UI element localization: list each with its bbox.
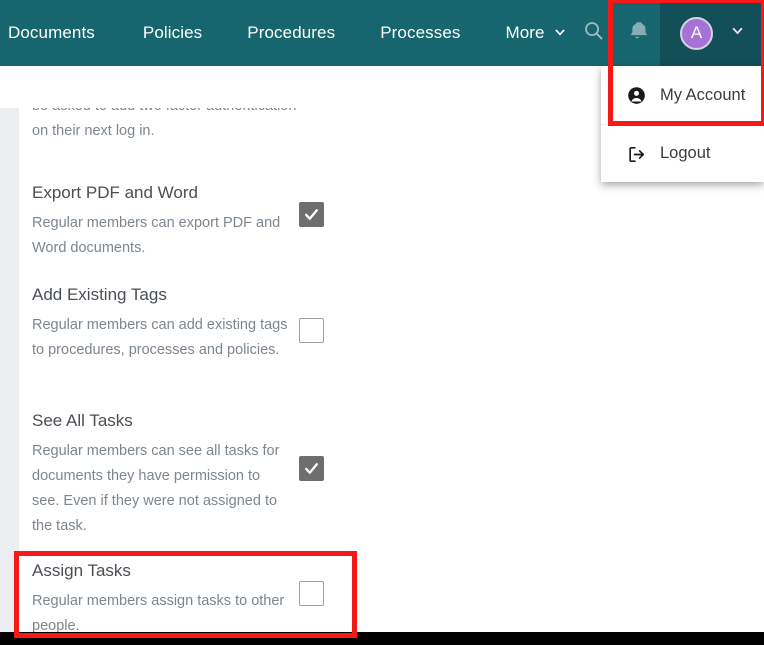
logout-icon <box>627 145 645 163</box>
nav-item-policies-label: Policies <box>142 23 203 42</box>
search-icon <box>582 19 605 47</box>
permissions-settings-panel: be asked to add two factor authenticatio… <box>19 108 764 632</box>
nav-item-procedures-label: Procedures <box>247 23 336 42</box>
permission-description: Regular members can see all tasks for do… <box>32 442 280 534</box>
nav-item-processes-label: Processes <box>380 23 461 42</box>
permission-checkbox-cell <box>291 183 371 227</box>
permission-text-block: See All Tasks Regular members can see al… <box>19 411 291 539</box>
avatar-initial: A <box>690 23 703 42</box>
checkbox-assign-tasks[interactable] <box>299 581 324 606</box>
account-menu-button[interactable]: A <box>660 0 764 66</box>
menu-item-logout-label: Logout <box>660 144 711 162</box>
permission-title: Assign Tasks <box>32 561 131 580</box>
permission-row-assign-tasks: Assign Tasks Regular members assign task… <box>19 561 764 632</box>
chevron-down-icon <box>730 24 745 42</box>
navbar-right-cluster: A <box>570 0 764 66</box>
checkbox-see-all-tasks[interactable] <box>299 456 324 481</box>
avatar: A <box>680 16 713 50</box>
nav-item-documents-label: Documents <box>8 23 95 42</box>
bell-icon <box>628 20 649 46</box>
permission-checkbox-cell <box>291 411 371 481</box>
top-navigation-bar: Documents Policies Procedures Processes … <box>0 0 764 66</box>
permission-text-block: Export PDF and Word Regular members can … <box>19 183 291 261</box>
nav-item-procedures[interactable]: Procedures <box>247 0 335 66</box>
permission-title: See All Tasks <box>32 411 133 430</box>
user-circle-icon <box>627 86 645 104</box>
menu-item-logout[interactable]: Logout <box>601 124 764 182</box>
nav-item-policies[interactable]: Policies <box>143 0 202 66</box>
menu-item-my-account-label: My Account <box>660 85 746 104</box>
two-factor-description-clipped: be asked to add two factor authenticatio… <box>32 108 296 139</box>
search-button[interactable] <box>570 0 616 66</box>
nav-item-more-label: More <box>505 23 545 42</box>
nav-item-more[interactable]: More <box>505 0 566 66</box>
notifications-button[interactable] <box>616 0 660 66</box>
permission-checkbox-cell <box>291 561 371 606</box>
permission-checkbox-cell <box>291 285 371 343</box>
left-gutter <box>0 108 19 632</box>
permission-text-block: Add Existing Tags Regular members can ad… <box>19 285 291 363</box>
permission-description: Regular members assign tasks to other pe… <box>32 592 285 632</box>
checkbox-add-existing-tags[interactable] <box>299 318 324 343</box>
permission-title: Export PDF and Word <box>32 183 198 202</box>
account-dropdown-menu: My Account Logout <box>601 66 764 182</box>
permission-row-add-existing-tags: Add Existing Tags Regular members can ad… <box>19 285 764 363</box>
permission-row-see-all-tasks: See All Tasks Regular members can see al… <box>19 411 764 539</box>
permission-title: Add Existing Tags <box>32 285 167 304</box>
bottom-black-bar <box>0 632 764 645</box>
menu-item-my-account[interactable]: My Account <box>601 66 764 124</box>
permission-text-block: Assign Tasks Regular members assign task… <box>19 561 291 632</box>
chevron-down-icon <box>553 26 567 42</box>
permission-row-export-pdf-and-word: Export PDF and Word Regular members can … <box>19 183 764 261</box>
checkbox-export-pdf-and-word[interactable] <box>299 202 324 227</box>
permission-description: Regular members can export PDF and Word … <box>32 214 281 256</box>
permission-description: Regular members can add existing tags to… <box>32 316 288 358</box>
nav-item-processes[interactable]: Processes <box>380 0 460 66</box>
nav-item-documents[interactable]: Documents <box>8 0 95 66</box>
